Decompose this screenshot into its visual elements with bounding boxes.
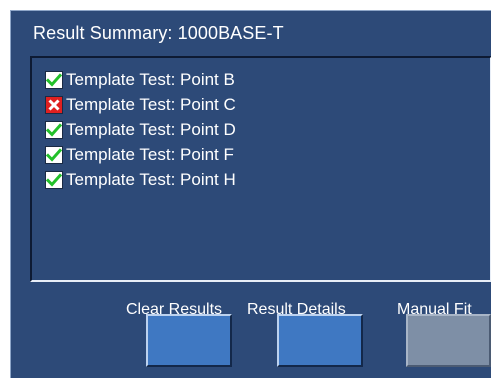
x-icon: [45, 96, 63, 114]
check-icon: [45, 146, 63, 164]
list-item[interactable]: Template Test: Point B: [45, 69, 235, 91]
list-item[interactable]: Template Test: Point H: [45, 169, 236, 191]
list-item-label: Template Test: Point C: [66, 95, 236, 114]
list-item[interactable]: Template Test: Point C: [45, 94, 236, 116]
manual-fit-button[interactable]: [406, 314, 491, 367]
check-icon: [45, 171, 63, 189]
list-item[interactable]: Template Test: Point D: [45, 119, 236, 141]
list-item-label: Template Test: Point B: [66, 70, 235, 89]
list-item-label: Template Test: Point H: [66, 170, 236, 189]
result-details-button[interactable]: [277, 314, 363, 367]
check-icon: [45, 121, 63, 139]
panel-title: Result Summary: 1000BASE-T: [33, 23, 284, 43]
check-icon: [45, 71, 63, 89]
results-list[interactable]: Template Test: Point B Template Test: Po…: [30, 56, 491, 282]
list-item-label: Template Test: Point F: [66, 145, 234, 164]
clear-results-button[interactable]: [146, 314, 232, 367]
list-item-label: Template Test: Point D: [66, 120, 236, 139]
result-summary-window: Result Summary: 1000BASE-T Template Test…: [0, 0, 491, 378]
list-item[interactable]: Template Test: Point F: [45, 144, 234, 166]
